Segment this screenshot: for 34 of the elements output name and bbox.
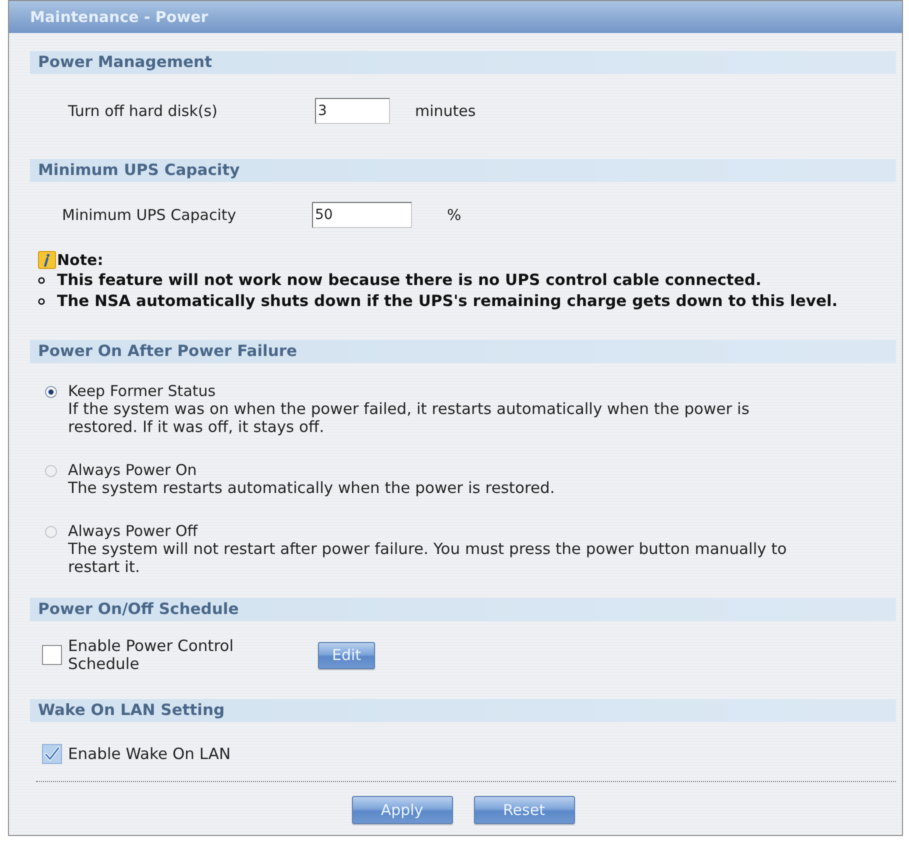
section-header: Minimum UPS Capacity	[30, 159, 896, 182]
section-header: Wake On LAN Setting	[30, 699, 896, 722]
field-label: Turn off hard disk(s)	[68, 100, 218, 122]
checkbox[interactable]	[42, 645, 62, 665]
unit-label: minutes	[415, 100, 476, 122]
radio-button[interactable]	[45, 386, 57, 398]
option-description: The system restarts automatically when the power is restored.	[68, 479, 556, 497]
field-label: Minimum UPS Capacity	[62, 204, 238, 226]
option-description: The system will not restart after power failure. You must press the power button manually to restart it.	[68, 540, 788, 576]
reset-button[interactable]: Reset	[474, 796, 574, 824]
option-label: Always Power Off	[68, 522, 199, 540]
text-field[interactable]: 3	[315, 98, 390, 124]
option-label: Always Power On	[68, 461, 198, 479]
edit-button[interactable]: Edit	[318, 642, 375, 668]
note-text: The NSA automatically shuts down if the UPS's remaining charge gets down to this level.	[57, 290, 838, 312]
info-icon	[38, 251, 56, 269]
option-description: If the system was on when the power failed, it restarts automatically when the power is restored. If it was off, it stays off.	[68, 400, 750, 436]
radio-button[interactable]	[45, 526, 57, 538]
section-header: Power On/Off Schedule	[30, 598, 896, 621]
note-title: Note:	[57, 250, 104, 271]
option-label: Keep Former Status	[68, 382, 217, 400]
unit-label: %	[447, 204, 462, 226]
text-field[interactable]: 50	[312, 202, 412, 228]
section-header: Power Management	[30, 51, 896, 74]
checked-checkbox[interactable]	[42, 744, 62, 764]
bullet-icon	[38, 298, 45, 305]
radio-button[interactable]	[45, 465, 57, 477]
apply-button[interactable]: Apply	[352, 796, 452, 824]
section-header: Power On After Power Failure	[30, 340, 896, 363]
checkbox-label: Enable Power Control Schedule	[68, 637, 235, 673]
note-text: This feature will not work now because there is no UPS control cable connected.	[57, 270, 762, 291]
checkbox-label: Enable Wake On LAN	[68, 745, 231, 763]
window-title: Maintenance - Power	[9, 1, 902, 33]
bullet-icon	[38, 277, 45, 284]
